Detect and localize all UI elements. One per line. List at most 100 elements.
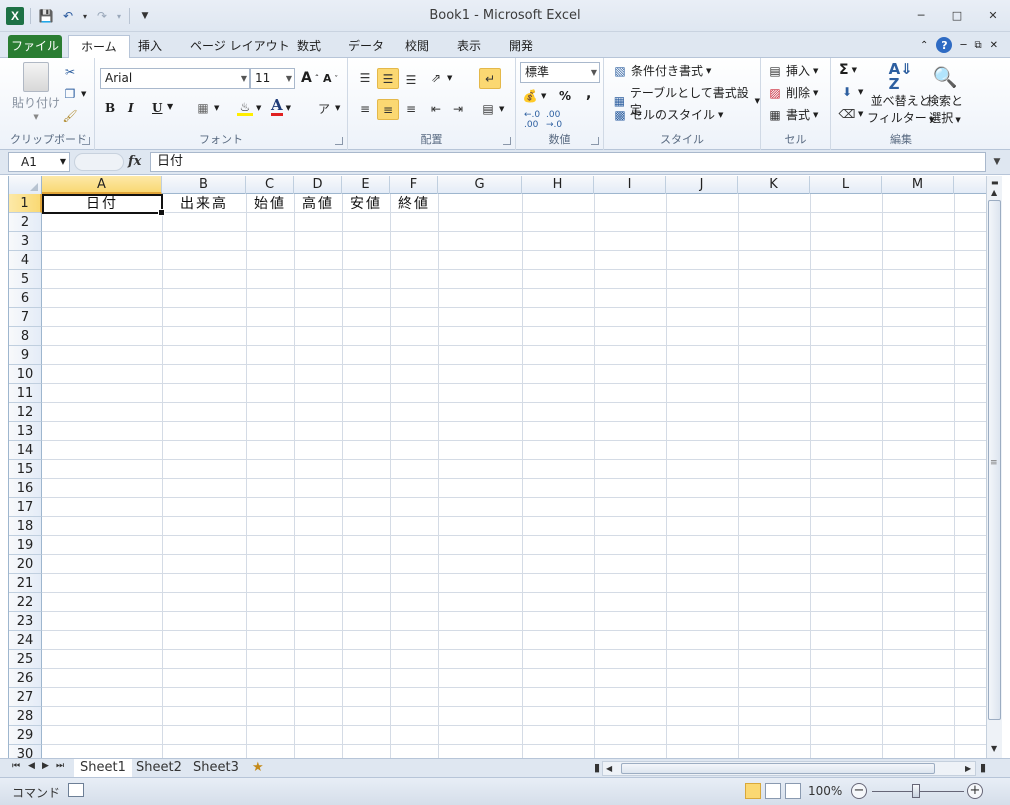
column-header-a[interactable]: A (42, 176, 162, 194)
worksheet-grid[interactable]: ABCDEFGHIJKLM 1 2 3 4 5 6 7 8 9 10 11 12 13 14 15 16 17 1… (8, 176, 986, 758)
decrease-indent-button[interactable]: ⇤ (428, 101, 444, 117)
align-left-button[interactable]: ≡ (357, 101, 373, 117)
cell-f1[interactable]: 終値 (390, 195, 438, 214)
accounting-button[interactable]: 💰 ▼ (522, 88, 547, 104)
scroll-left-icon[interactable]: ◀ (606, 764, 612, 773)
row-header-16[interactable]: 16 (9, 479, 42, 498)
doc-restore-icon[interactable]: ⧉ (974, 40, 981, 51)
tab-file[interactable]: ファイル (8, 35, 62, 58)
column-header-e[interactable]: E (342, 176, 390, 194)
zoom-level[interactable]: 100% (808, 784, 842, 798)
underline-dropdown-icon[interactable]: ▼ (167, 102, 173, 111)
increase-indent-button[interactable]: ⇥ (450, 101, 466, 117)
tab-insert[interactable]: 挿入 (126, 35, 174, 58)
row-header-18[interactable]: 18 (9, 517, 42, 536)
zoom-in-icon[interactable]: + (967, 783, 983, 799)
scroll-up-icon[interactable]: ▲ (991, 188, 997, 197)
format-painter-button[interactable]: 🖌 (62, 108, 78, 124)
row-header-4[interactable]: 4 (9, 251, 42, 270)
tab-developer[interactable]: 開発 (497, 35, 545, 58)
tab-home[interactable]: ホーム (68, 35, 130, 59)
prev-sheet-icon[interactable]: ◀ (28, 761, 35, 771)
fill-color-button[interactable]: ♨ ▼ (237, 100, 261, 116)
align-right-button[interactable]: ≡ (403, 101, 419, 117)
merge-center-button[interactable]: ▤ ▼ (480, 101, 504, 117)
row-header-21[interactable]: 21 (9, 574, 42, 593)
tab-data[interactable]: データ (336, 35, 396, 58)
font-launcher-icon[interactable] (335, 137, 343, 145)
align-center-button[interactable]: ≡ (377, 99, 399, 120)
row-header-2[interactable]: 2 (9, 213, 42, 232)
font-name-select[interactable]: Arial ▼ (100, 68, 250, 89)
doc-close-icon[interactable]: ✕ (990, 40, 998, 51)
page-layout-view-button[interactable] (765, 783, 781, 799)
formula-bar-handle[interactable] (74, 153, 124, 171)
phonetic-button[interactable]: ア ▼ (316, 100, 340, 116)
row-header-11[interactable]: 11 (9, 384, 42, 403)
orientation-button[interactable]: ⇗ ▼ (428, 70, 452, 86)
expand-formula-icon[interactable]: ▼ (988, 152, 1006, 172)
row-header-13[interactable]: 13 (9, 422, 42, 441)
column-header-j[interactable]: J (666, 176, 738, 194)
sheet-tab-sheet1[interactable]: Sheet1 (74, 759, 132, 777)
align-top-button[interactable]: ☰ (357, 70, 373, 86)
horizontal-scroll-thumb[interactable] (621, 763, 935, 774)
row-header-15[interactable]: 15 (9, 460, 42, 479)
row-header-27[interactable]: 27 (9, 688, 42, 707)
wrap-text-button[interactable]: ↵ (479, 68, 501, 89)
zoom-slider-thumb[interactable] (912, 784, 920, 798)
column-header-i[interactable]: I (594, 176, 666, 194)
column-header-b[interactable]: B (162, 176, 246, 194)
row-header-12[interactable]: 12 (9, 403, 42, 422)
horizontal-scrollbar[interactable]: ◀ ▶ (602, 761, 976, 776)
minimize-ribbon-icon[interactable]: ⌃ (920, 40, 928, 51)
insert-cells-button[interactable]: ▤ 挿入 ▼ (767, 62, 818, 79)
shrink-font-button[interactable]: Aˇ (323, 72, 338, 85)
italic-button[interactable]: I (128, 101, 134, 115)
column-header-d[interactable]: D (294, 176, 342, 194)
row-header-30[interactable]: 30 (9, 745, 42, 758)
row-header-3[interactable]: 3 (9, 232, 42, 251)
vertical-scrollbar[interactable]: ▬ ▲ ≡ ▼ (986, 176, 1002, 758)
fill-button[interactable]: ⬇ ▼ (839, 84, 863, 100)
page-break-view-button[interactable] (785, 783, 801, 799)
borders-button[interactable]: ▦ ▼ (195, 100, 219, 116)
row-header-26[interactable]: 26 (9, 669, 42, 688)
underline-button[interactable]: U (152, 101, 162, 115)
align-middle-button[interactable]: ☰ (377, 68, 399, 89)
row-header-29[interactable]: 29 (9, 726, 42, 745)
formula-input[interactable]: 日付 (150, 152, 986, 172)
scroll-down-icon[interactable]: ▼ (991, 744, 997, 753)
cell-d1[interactable]: 高値 (294, 195, 342, 214)
insert-sheet-icon[interactable]: ★ (246, 759, 270, 777)
macro-record-icon[interactable] (68, 783, 84, 797)
clipboard-launcher-icon[interactable] (82, 137, 90, 145)
bold-button[interactable]: B (105, 101, 115, 115)
increase-decimal-button[interactable]: ←.0.00 (524, 110, 540, 130)
align-bottom-button[interactable]: ☰ (403, 72, 419, 88)
conditional-formatting-button[interactable]: ▧ 条件付き書式 ▼ (612, 62, 711, 79)
row-header-1[interactable]: 1 (9, 194, 42, 213)
select-all-button[interactable] (9, 176, 42, 194)
row-header-9[interactable]: 9 (9, 346, 42, 365)
sort-filter-button[interactable]: A⇓ Z 並べ替えと フィルター ▼ (867, 62, 934, 126)
comma-button[interactable]: , (586, 86, 591, 102)
number-format-select[interactable]: 標準 ▼ (520, 62, 600, 83)
row-header-20[interactable]: 20 (9, 555, 42, 574)
name-box[interactable]: A1 ▼ (8, 152, 70, 172)
copy-button[interactable]: ❐ ▼ (62, 86, 87, 102)
decrease-decimal-button[interactable]: .00 →.0 (546, 110, 562, 130)
row-header-22[interactable]: 22 (9, 593, 42, 612)
row-header-28[interactable]: 28 (9, 707, 42, 726)
grow-font-button[interactable]: Aˆ (301, 70, 319, 86)
tab-split-icon[interactable]: ▮ (594, 761, 600, 774)
scroll-right-icon[interactable]: ▶ (965, 764, 971, 773)
cut-button[interactable]: ✂ (62, 64, 78, 80)
row-header-19[interactable]: 19 (9, 536, 42, 555)
percent-button[interactable]: % (559, 89, 571, 103)
row-header-7[interactable]: 7 (9, 308, 42, 327)
row-header-25[interactable]: 25 (9, 650, 42, 669)
row-header-17[interactable]: 17 (9, 498, 42, 517)
column-header-g[interactable]: G (438, 176, 522, 194)
cell-styles-button[interactable]: ▩ セルのスタイル ▼ (612, 106, 723, 123)
